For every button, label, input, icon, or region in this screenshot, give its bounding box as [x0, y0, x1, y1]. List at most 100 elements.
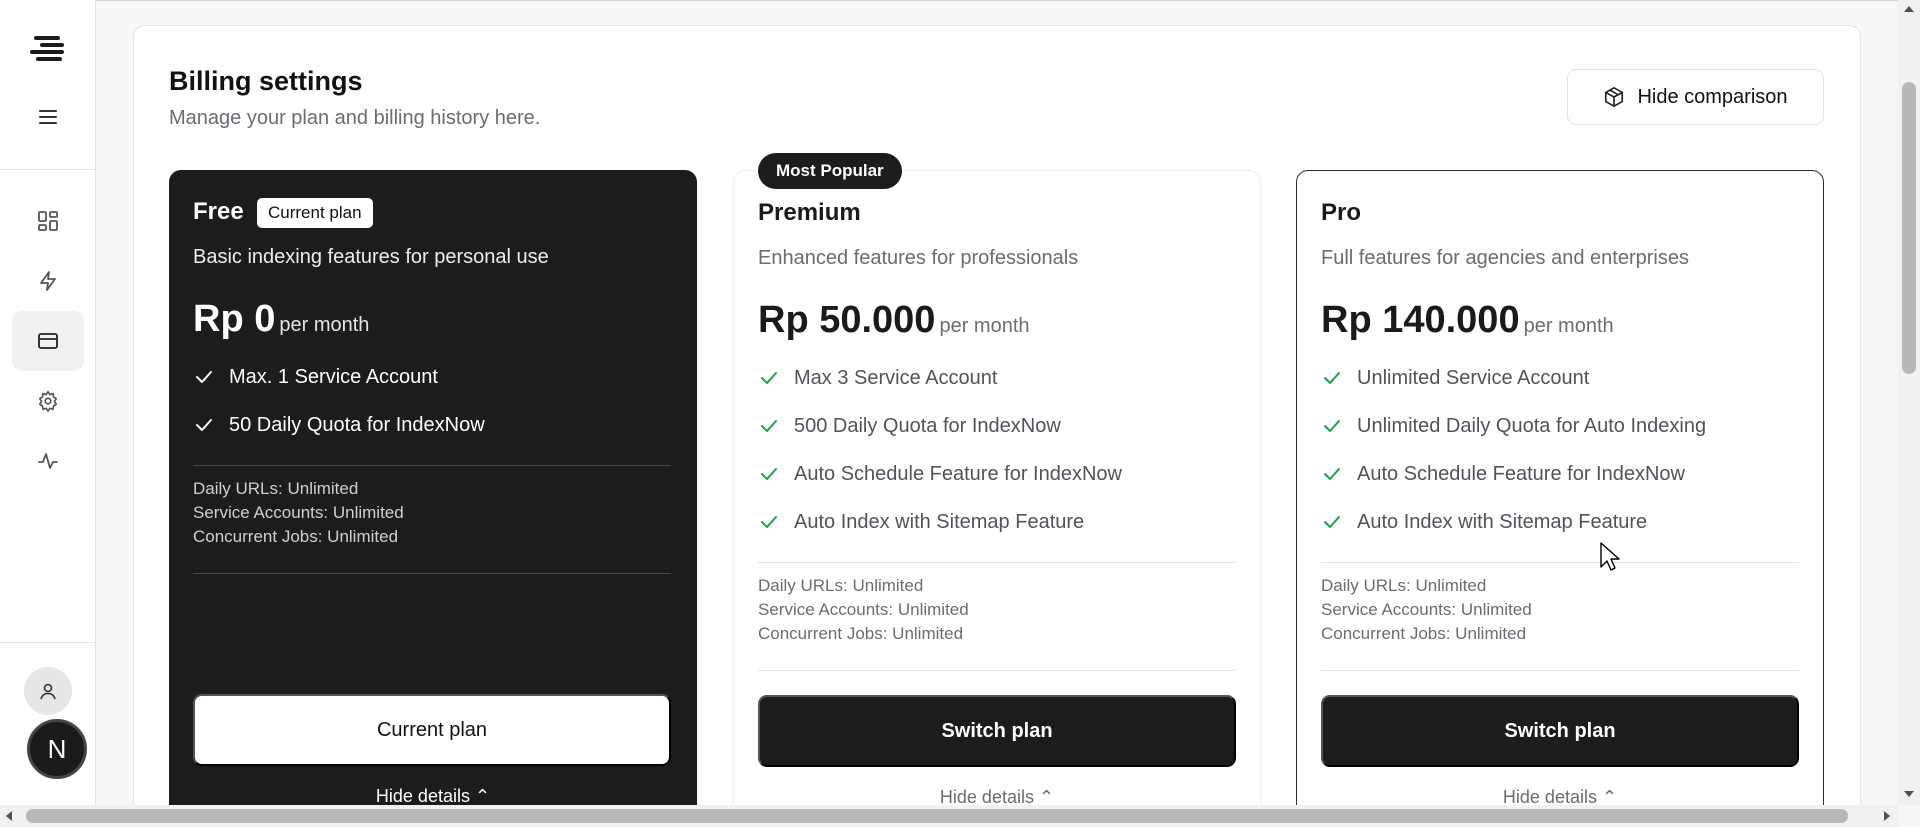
check-icon — [758, 511, 784, 533]
feature-list: Max. 1 Service Account 50 Daily Quota fo… — [193, 366, 485, 462]
feature-item: Unlimited Service Account — [1321, 367, 1706, 415]
nextjs-badge[interactable]: N — [27, 719, 87, 779]
limit-daily-urls: Daily URLs: Unlimited — [1321, 576, 1487, 595]
plan-price: Rp 140.000 per month — [1321, 299, 1614, 342]
hide-comparison-label: Hide comparison — [1637, 85, 1788, 108]
check-icon — [193, 366, 219, 388]
chevron-up-icon: ⌃ — [1038, 787, 1055, 807]
feature-list: Max 3 Service Account 500 Daily Quota fo… — [758, 367, 1122, 559]
scroll-up-arrow-icon[interactable] — [1903, 4, 1915, 14]
scroll-right-arrow-icon[interactable] — [1882, 810, 1892, 822]
current-plan-badge: Current plan — [257, 198, 373, 228]
feature-item: Auto Index with Sitemap Feature — [758, 511, 1122, 559]
plan-price: Rp 50.000 per month — [758, 299, 1030, 342]
feature-list: Unlimited Service Account Unlimited Dail… — [1321, 367, 1706, 559]
feature-item: Max. 1 Service Account — [193, 366, 485, 414]
check-icon — [1321, 415, 1347, 437]
feature-item: 500 Daily Quota for IndexNow — [758, 415, 1122, 463]
switch-plan-button[interactable]: Switch plan — [1321, 695, 1799, 767]
limit-concurrent-jobs: Concurrent Jobs: Unlimited — [193, 527, 399, 546]
sidebar-item-indexing[interactable] — [12, 251, 84, 311]
page-subtitle: Manage your plan and billing history her… — [169, 107, 541, 129]
divider — [1321, 670, 1799, 671]
price-period: per month — [1523, 315, 1614, 337]
vertical-scrollbar-thumb[interactable] — [1902, 82, 1916, 374]
check-icon — [193, 414, 219, 436]
sidebar-item-settings[interactable] — [12, 371, 84, 431]
limit-service-accounts: Service Accounts: Unlimited — [193, 503, 404, 522]
plan-description: Full features for agencies and enterpris… — [1321, 247, 1689, 269]
check-icon — [758, 415, 784, 437]
most-popular-badge: Most Popular — [758, 153, 902, 189]
page-title: Billing settings — [169, 66, 363, 96]
divider — [758, 670, 1236, 671]
plan-name: Premium — [758, 199, 861, 226]
lightning-icon — [40, 271, 56, 291]
limit-service-accounts: Service Accounts: Unlimited — [758, 600, 969, 619]
check-icon — [758, 463, 784, 485]
sidebar-divider — [0, 642, 96, 643]
divider — [193, 573, 671, 574]
plan-description: Enhanced features for professionals — [758, 247, 1079, 269]
feature-item: Max 3 Service Account — [758, 367, 1122, 415]
sidebar-item-billing[interactable] — [12, 311, 84, 371]
mouse-cursor-icon — [1600, 542, 1620, 571]
feature-item: Auto Schedule Feature for IndexNow — [758, 463, 1122, 511]
feature-item: 50 Daily Quota for IndexNow — [193, 414, 485, 462]
package-icon — [1605, 87, 1624, 107]
limit-concurrent-jobs: Concurrent Jobs: Unlimited — [1321, 624, 1527, 643]
price-amount: Rp 0 — [193, 298, 276, 340]
user-initial: N — [47, 733, 67, 764]
gear-icon — [38, 390, 58, 412]
divider — [193, 465, 671, 466]
plan-limits: Daily URLs: Unlimited Service Accounts: … — [193, 477, 404, 549]
sidebar-divider — [0, 169, 96, 170]
check-icon — [1321, 463, 1347, 485]
scroll-down-arrow-icon[interactable] — [1903, 789, 1915, 799]
price-period: per month — [279, 314, 370, 336]
divider — [1321, 562, 1799, 563]
feature-item: Unlimited Daily Quota for Auto Indexing — [1321, 415, 1706, 463]
horizontal-scrollbar-thumb[interactable] — [26, 809, 1848, 823]
dashboard-icon — [38, 211, 58, 231]
price-amount: Rp 140.000 — [1321, 299, 1520, 341]
check-icon — [1321, 511, 1347, 533]
check-icon — [1321, 367, 1347, 389]
current-plan-button[interactable]: Current plan — [193, 694, 671, 766]
plan-card-premium: Premium Enhanced features for profession… — [733, 170, 1261, 827]
feature-item: Auto Schedule Feature for IndexNow — [1321, 463, 1706, 511]
scroll-left-arrow-icon[interactable] — [4, 810, 14, 822]
avatar[interactable] — [24, 667, 72, 715]
feature-item: Auto Index with Sitemap Feature — [1321, 511, 1706, 559]
menu-icon[interactable] — [38, 107, 58, 127]
app-logo[interactable] — [30, 34, 66, 64]
activity-icon — [38, 453, 58, 469]
chevron-up-icon: ⌃ — [474, 786, 491, 806]
hide-comparison-button[interactable]: Hide comparison — [1567, 69, 1824, 125]
check-icon — [758, 367, 784, 389]
sidebar: N — [0, 0, 96, 805]
plan-name: Pro — [1321, 199, 1362, 226]
top-divider — [96, 0, 1898, 1]
plan-card-free: Free Current plan Basic indexing feature… — [169, 170, 697, 827]
chevron-up-icon: ⌃ — [1601, 787, 1618, 807]
plan-limits: Daily URLs: Unlimited Service Accounts: … — [1321, 574, 1532, 646]
plan-description: Basic indexing features for personal use — [193, 246, 549, 268]
credit-card-icon — [38, 333, 58, 349]
user-icon — [40, 683, 56, 700]
limit-daily-urls: Daily URLs: Unlimited — [758, 576, 924, 595]
plan-limits: Daily URLs: Unlimited Service Accounts: … — [758, 574, 969, 646]
limit-concurrent-jobs: Concurrent Jobs: Unlimited — [758, 624, 964, 643]
divider — [758, 562, 1236, 563]
plan-name: Free — [193, 198, 244, 225]
limit-service-accounts: Service Accounts: Unlimited — [1321, 600, 1532, 619]
sidebar-item-dashboard[interactable] — [12, 191, 84, 251]
plan-price: Rp 0 per month — [193, 298, 369, 341]
switch-plan-button[interactable]: Switch plan — [758, 695, 1236, 767]
price-amount: Rp 50.000 — [758, 299, 936, 341]
limit-daily-urls: Daily URLs: Unlimited — [193, 479, 359, 498]
sidebar-item-activity[interactable] — [12, 431, 84, 491]
hide-details-link[interactable]: Hide details ⌃ — [169, 786, 697, 807]
plan-card-pro: Pro Full features for agencies and enter… — [1296, 170, 1824, 827]
price-period: per month — [939, 315, 1030, 337]
